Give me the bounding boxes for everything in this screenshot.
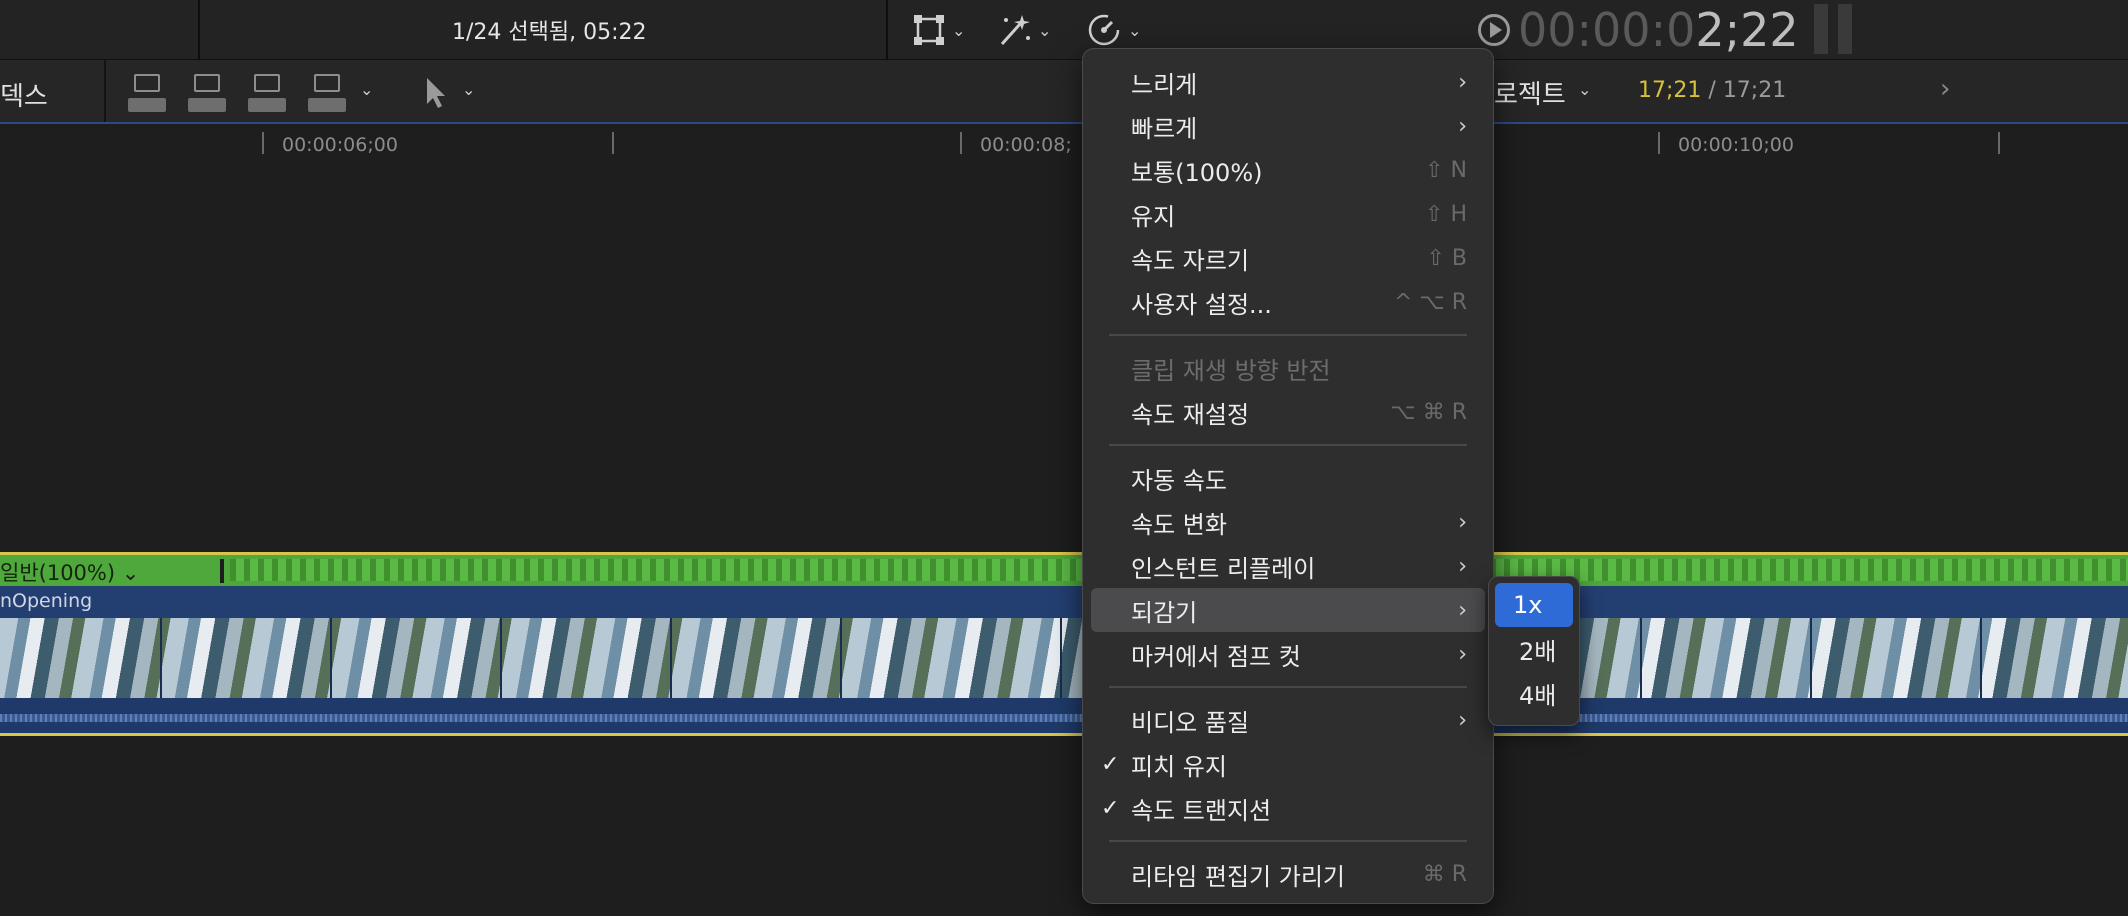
shortcut-label: ⌥ ⌘ R — [1390, 399, 1467, 425]
project-menu[interactable]: 로젝트 — [1494, 74, 1566, 111]
top-toolbar: 1/24 선택됨, 05:22 ⌄ ⌄ ⌄ 00:00:0 2;22 — [0, 0, 2128, 60]
timeline-toolbar: 덱스 ⌄ ⌄ 로젝트 ⌄ 17;21 / 17;21 › — [0, 60, 2128, 124]
submenu-item-2x[interactable]: 2배 — [1495, 627, 1573, 671]
play-icon — [1478, 14, 1510, 46]
chevron-right-icon: › — [1458, 553, 1467, 579]
transform-icon — [914, 15, 944, 45]
toolbar-divider — [886, 0, 888, 60]
toolbar-divider — [104, 60, 106, 122]
total-duration: 17;21 — [1722, 78, 1787, 103]
menu-item-speed-ramp[interactable]: 속도 변화 › — [1083, 500, 1493, 544]
menu-item-hide-retime-editor[interactable]: 리타임 편집기 가리기 ⌘ R — [1083, 852, 1493, 896]
menu-item-reset-speed[interactable]: 속도 재설정 ⌥ ⌘ R — [1083, 390, 1493, 434]
audio-meter-right — [1838, 4, 1852, 54]
connect-clip-button[interactable] — [128, 74, 168, 112]
speed-label[interactable]: 일반(100%) ⌄ — [0, 557, 139, 587]
index-button[interactable]: 덱스 — [0, 76, 48, 113]
checkmark-icon: ✓ — [1101, 751, 1120, 777]
retime-menu: 느리게 › 빠르게 › 보통(100%) ⇧ N 유지 ⇧ H 속도 자르기 ⇧ B 사용… — [1082, 48, 1494, 904]
audio-meter-left — [1814, 4, 1828, 54]
chevron-right-icon: › — [1458, 707, 1467, 733]
menu-divider — [1109, 444, 1467, 446]
menu-divider — [1109, 840, 1467, 842]
clip-name: nOpening — [0, 590, 93, 612]
current-duration: 17;21 — [1638, 78, 1702, 103]
shortcut-label: ⇧ B — [1426, 245, 1467, 271]
shortcut-label: ⇧ N — [1425, 157, 1467, 183]
retime-handle[interactable] — [220, 559, 224, 583]
overwrite-clip-button[interactable] — [308, 74, 348, 112]
menu-item-instant-replay[interactable]: 인스턴트 리플레이 › — [1083, 544, 1493, 588]
ruler-label: 00:00:10;00 — [1678, 134, 1794, 156]
menu-item-blade-speed[interactable]: 속도 자르기 ⇧ B — [1083, 236, 1493, 280]
shortcut-label: ^ ⌥ R — [1393, 289, 1467, 315]
menu-item-reverse-clip: 클립 재생 방향 반전 — [1131, 356, 1331, 385]
timecode-value: 2;22 — [1695, 3, 1799, 57]
ruler-label: 00:00:08; — [980, 134, 1072, 156]
chevron-down-icon: ⌄ — [1128, 20, 1142, 40]
project-duration: 17;21 / 17;21 — [1638, 78, 1787, 103]
timecode-display[interactable]: 00:00:0 2;22 — [1478, 3, 1799, 57]
toolbar-divider — [198, 0, 200, 60]
clip-icon — [134, 74, 160, 92]
chevron-right-icon: › — [1458, 641, 1467, 667]
magic-wand-icon — [1000, 15, 1030, 46]
checkmark-icon: ✓ — [1101, 795, 1120, 821]
chevron-down-icon: ⌄ — [952, 20, 966, 40]
chevron-down-icon[interactable]: ⌄ — [360, 80, 373, 99]
menu-item-fast[interactable]: 빠르게 › — [1083, 104, 1493, 148]
menu-divider — [1109, 334, 1467, 336]
clip-header[interactable]: nOpening — [0, 586, 2128, 618]
menu-item-video-quality[interactable]: 비디오 품질 › — [1083, 698, 1493, 742]
menu-item-speed-transitions[interactable]: ✓ 속도 트랜지션 — [1083, 786, 1493, 830]
timeline-ruler[interactable]: 00:00:06;00 00:00:08; 00:00:10;00 — [0, 126, 2128, 160]
menu-item-jump-cut-at-markers[interactable]: 마커에서 점프 컷 › — [1083, 632, 1493, 676]
menu-item-normal[interactable]: 보통(100%) ⇧ N — [1083, 148, 1493, 192]
arrow-pointer-icon — [427, 78, 445, 108]
ruler-label: 00:00:06;00 — [282, 134, 398, 156]
menu-divider — [1109, 686, 1467, 688]
rewind-submenu: 1x 2배 4배 — [1488, 576, 1580, 726]
shortcut-label: ⌘ R — [1422, 861, 1467, 887]
menu-item-preserve-pitch[interactable]: ✓ 피치 유지 — [1083, 742, 1493, 786]
menu-item-custom[interactable]: 사용자 설정... ^ ⌥ R — [1083, 280, 1493, 324]
speedometer-icon — [1088, 14, 1120, 46]
clip-icon — [314, 74, 340, 92]
clip-icon — [194, 74, 220, 92]
audio-waveform[interactable] — [0, 698, 2128, 736]
append-clip-button[interactable] — [248, 74, 288, 112]
enhance-tool-button[interactable]: ⌄ — [996, 10, 1051, 50]
retime-tool-button[interactable]: ⌄ — [1086, 10, 1141, 50]
submenu-item-4x[interactable]: 4배 — [1495, 671, 1573, 715]
menu-item-hold[interactable]: 유지 ⇧ H — [1083, 192, 1493, 236]
chevron-down-icon[interactable]: ⌄ — [1578, 80, 1591, 99]
menu-item-slow[interactable]: 느리게 › — [1083, 60, 1493, 104]
video-filmstrip[interactable] — [0, 618, 2128, 698]
clip-icon — [254, 74, 280, 92]
timecode-leading: 00:00:0 — [1518, 3, 1696, 57]
chevron-right-icon: › — [1458, 597, 1467, 623]
chevron-down-icon[interactable]: ⌄ — [462, 80, 475, 99]
submenu-item-1x[interactable]: 1x — [1495, 583, 1573, 627]
menu-item-rewind[interactable]: 되감기 › — [1091, 588, 1485, 632]
chevron-right-icon: › — [1458, 509, 1467, 535]
chevron-right-icon[interactable]: › — [1940, 74, 1950, 104]
selection-info: 1/24 선택됨, 05:22 — [452, 20, 647, 45]
chevron-right-icon: › — [1458, 69, 1467, 95]
transform-tool-button[interactable]: ⌄ — [912, 10, 965, 50]
insert-clip-button[interactable] — [188, 74, 228, 112]
retime-speed-bar[interactable]: 일반(100%) ⌄ — [0, 552, 2128, 586]
select-tool-button[interactable] — [424, 76, 448, 114]
chevron-right-icon: › — [1458, 113, 1467, 139]
menu-item-automatic-speed[interactable]: 자동 속도 — [1083, 456, 1493, 500]
chevron-down-icon: ⌄ — [1038, 20, 1052, 40]
shortcut-label: ⇧ H — [1425, 201, 1467, 227]
